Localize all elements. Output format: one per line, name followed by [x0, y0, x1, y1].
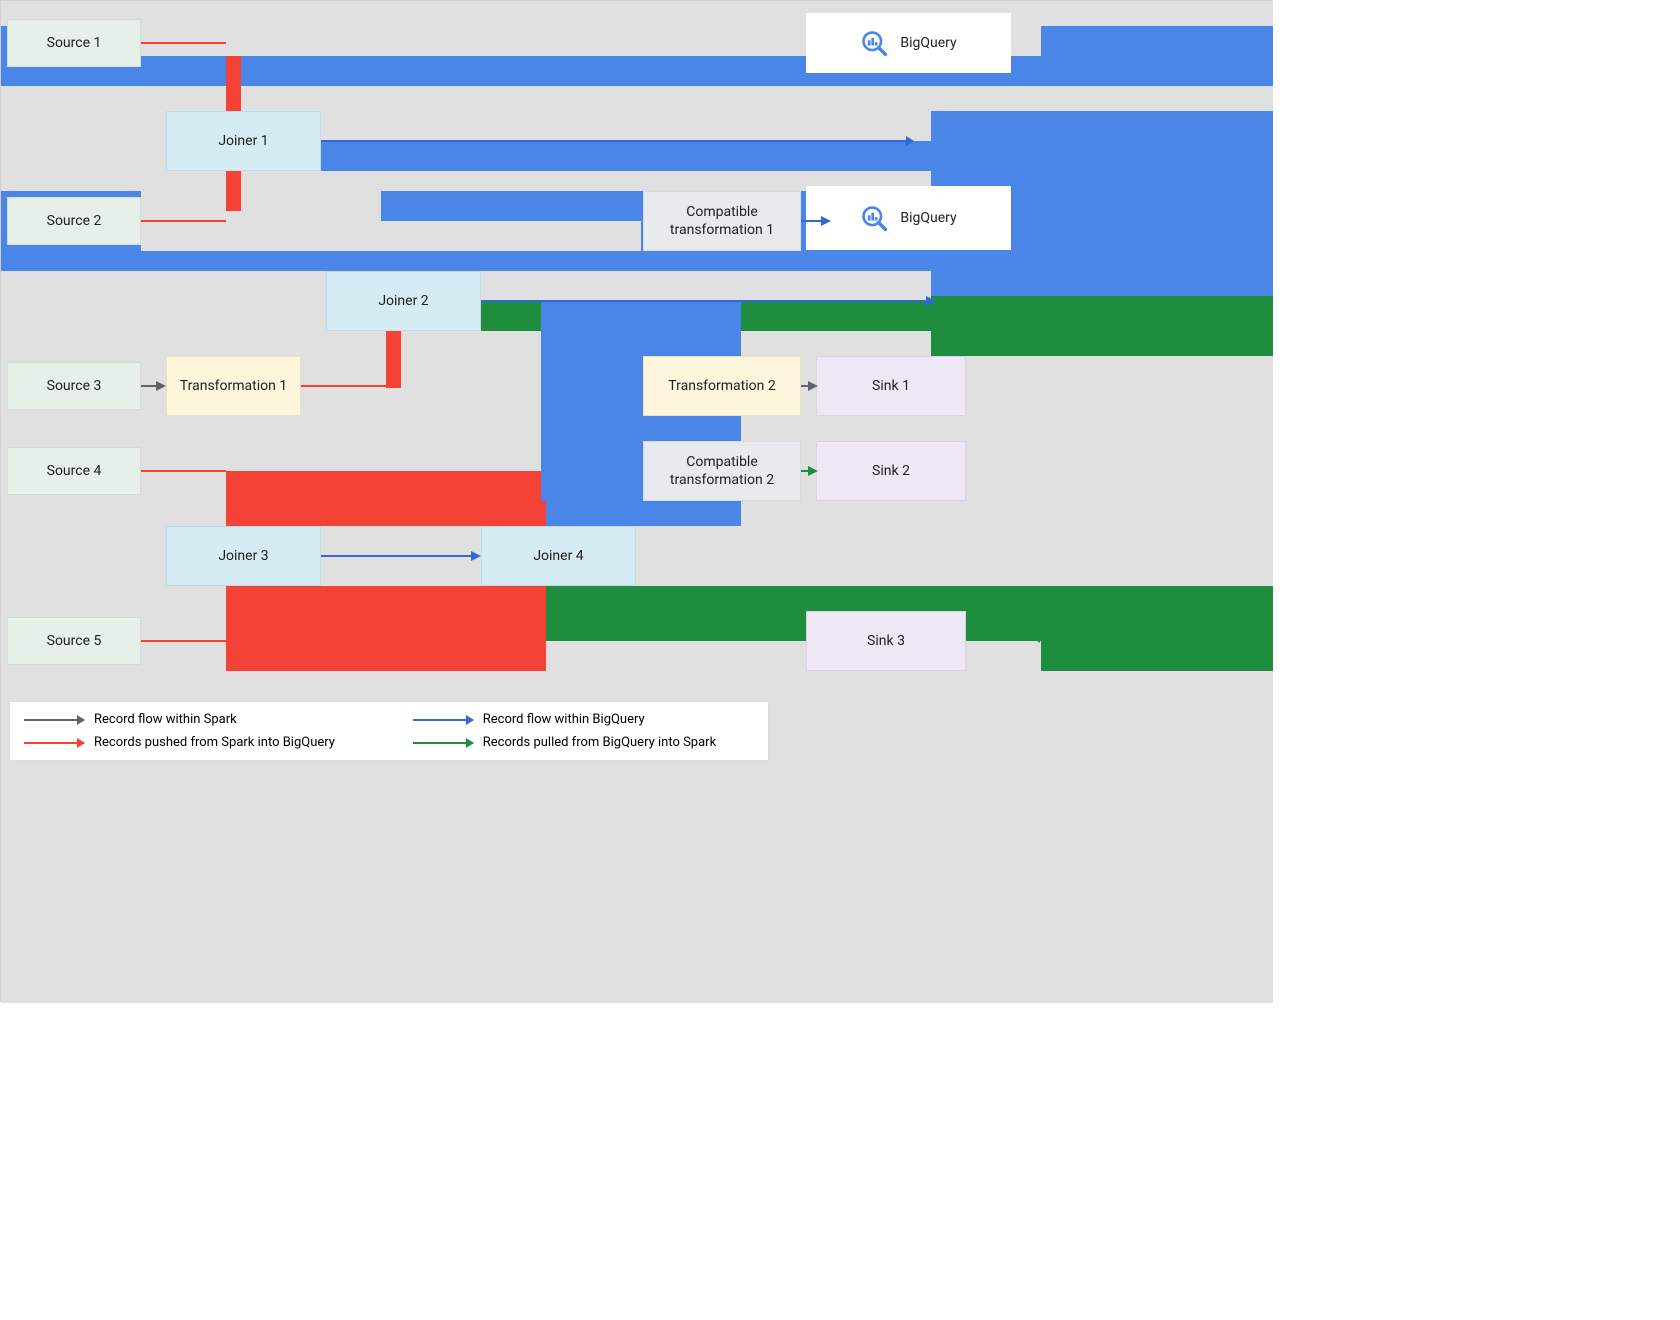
source-4-label: Source 4	[47, 462, 102, 480]
sink-2: Sink 2	[816, 441, 966, 501]
joiner-3-label: Joiner 3	[218, 547, 268, 565]
sink-1: Sink 1	[816, 356, 966, 416]
source-2-label: Source 2	[47, 212, 102, 230]
joiner-3: Joiner 3	[166, 526, 321, 586]
bigquery-2-label: BigQuery	[900, 209, 956, 227]
source-5-label: Source 5	[47, 632, 102, 650]
sink-1-label: Sink 1	[872, 377, 910, 395]
bigquery-2: BigQuery	[806, 186, 1011, 250]
legend-push-bq: Records pushed from Spark into BigQuery	[24, 735, 373, 750]
legend-push-bq-label: Records pushed from Spark into BigQuery	[94, 735, 335, 750]
source-1-label: Source 1	[47, 34, 102, 52]
legend-within-bq-label: Record flow within BigQuery	[483, 712, 645, 727]
source-2: Source 2	[7, 197, 141, 245]
joiner-4: Joiner 4	[481, 526, 636, 586]
legend-within-bq: Record flow within BigQuery	[413, 712, 754, 727]
source-5: Source 5	[7, 617, 141, 665]
legend-pull-bq-label: Records pulled from BigQuery into Spark	[483, 735, 716, 750]
sink-3-label: Sink 3	[867, 632, 905, 650]
source-1: Source 1	[7, 19, 141, 67]
transform-1: Transformation 1	[166, 356, 301, 416]
legend: Record flow within Spark Record flow wit…	[9, 701, 769, 761]
legend-within-spark-label: Record flow within Spark	[94, 712, 237, 727]
joiner-1-label: Joiner 1	[218, 132, 268, 150]
arrow-compat1-to-bq2	[801, 220, 802, 222]
transform-1-label: Transformation 1	[180, 377, 287, 395]
source-3-label: Source 3	[47, 377, 102, 395]
joiner-1: Joiner 1	[166, 111, 321, 171]
compat-transform-2-label: Compatible transformation 2	[644, 453, 800, 489]
bigquery-icon	[860, 29, 888, 57]
diagram-canvas: Source 1 BigQuery Joiner 1 Source 2 Comp…	[0, 0, 1272, 1002]
joiner-2-label: Joiner 2	[378, 292, 428, 310]
bigquery-1-label: BigQuery	[900, 34, 956, 52]
legend-pull-bq: Records pulled from BigQuery into Spark	[413, 735, 754, 750]
transform-2-label: Transformation 2	[668, 377, 775, 395]
source-4: Source 4	[7, 447, 141, 495]
bigquery-icon	[860, 204, 888, 232]
source-3: Source 3	[7, 362, 141, 410]
sink-2-label: Sink 2	[872, 462, 910, 480]
legend-within-spark: Record flow within Spark	[24, 712, 373, 727]
sink-3: Sink 3	[806, 611, 966, 671]
compat-transform-2: Compatible transformation 2	[643, 441, 801, 501]
joiner-2: Joiner 2	[326, 271, 481, 331]
transform-2: Transformation 2	[643, 356, 801, 416]
bigquery-1: BigQuery	[806, 13, 1011, 73]
joiner-4-label: Joiner 4	[533, 547, 583, 565]
